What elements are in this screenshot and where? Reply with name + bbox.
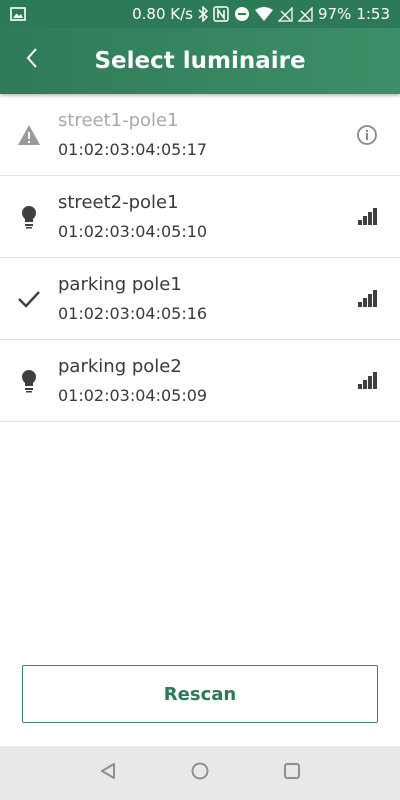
wifi-icon bbox=[254, 7, 273, 21]
signal-strength-icon bbox=[354, 368, 380, 394]
battery-level: 97% bbox=[317, 5, 352, 23]
triangle-back-icon bbox=[99, 762, 117, 784]
network-speed: 0.80 K/s bbox=[132, 5, 193, 23]
luminaire-name: street2-pole1 bbox=[58, 192, 179, 213]
checkmark-icon bbox=[14, 284, 44, 314]
luminaire-mac: 01:02:03:04:05:17 bbox=[58, 140, 208, 159]
nfc-icon bbox=[213, 6, 229, 22]
luminaire-row-street2-pole1[interactable]: street2-pole1 01:02:03:04:05:10 bbox=[0, 176, 400, 258]
info-icon[interactable] bbox=[354, 122, 380, 148]
bluetooth-icon bbox=[198, 6, 208, 22]
luminaire-mac: 01:02:03:04:05:10 bbox=[58, 222, 208, 241]
back-button[interactable] bbox=[14, 42, 50, 78]
do-not-disturb-icon bbox=[234, 6, 250, 22]
app-bar: Select luminaire bbox=[0, 28, 400, 94]
signal-strength-icon bbox=[354, 204, 380, 230]
nav-recents-button[interactable] bbox=[275, 756, 309, 790]
warning-icon bbox=[14, 120, 44, 150]
rescan-button[interactable]: Rescan bbox=[22, 665, 378, 723]
no-signal-icon-2 bbox=[297, 6, 313, 22]
luminaire-name: parking pole2 bbox=[58, 356, 182, 377]
luminaire-list: street1-pole1 01:02:03:04:05:17 street2-… bbox=[0, 94, 400, 422]
luminaire-mac: 01:02:03:04:05:09 bbox=[58, 386, 208, 405]
navigation-bar bbox=[0, 746, 400, 800]
lightbulb-icon bbox=[14, 366, 44, 396]
no-signal-icon bbox=[277, 6, 293, 22]
luminaire-row-parking-pole1[interactable]: parking pole1 01:02:03:04:05:16 bbox=[0, 258, 400, 340]
luminaire-mac: 01:02:03:04:05:16 bbox=[58, 304, 208, 323]
page-title: Select luminaire bbox=[94, 48, 306, 74]
signal-strength-icon bbox=[354, 286, 380, 312]
nav-back-button[interactable] bbox=[91, 756, 125, 790]
luminaire-row-parking-pole2[interactable]: parking pole2 01:02:03:04:05:09 bbox=[0, 340, 400, 422]
status-bar: 0.80 K/s 97% 1:53 bbox=[0, 0, 400, 28]
clock: 1:53 bbox=[356, 5, 390, 23]
circle-home-icon bbox=[190, 761, 210, 785]
square-recents-icon bbox=[283, 762, 301, 784]
lightbulb-icon bbox=[14, 202, 44, 232]
image-notification-icon bbox=[10, 7, 26, 21]
luminaire-name: street1-pole1 bbox=[58, 110, 179, 131]
nav-home-button[interactable] bbox=[183, 756, 217, 790]
luminaire-name: parking pole1 bbox=[58, 274, 182, 295]
luminaire-row-street1-pole1[interactable]: street1-pole1 01:02:03:04:05:17 bbox=[0, 94, 400, 176]
chevron-left-icon bbox=[25, 47, 39, 73]
